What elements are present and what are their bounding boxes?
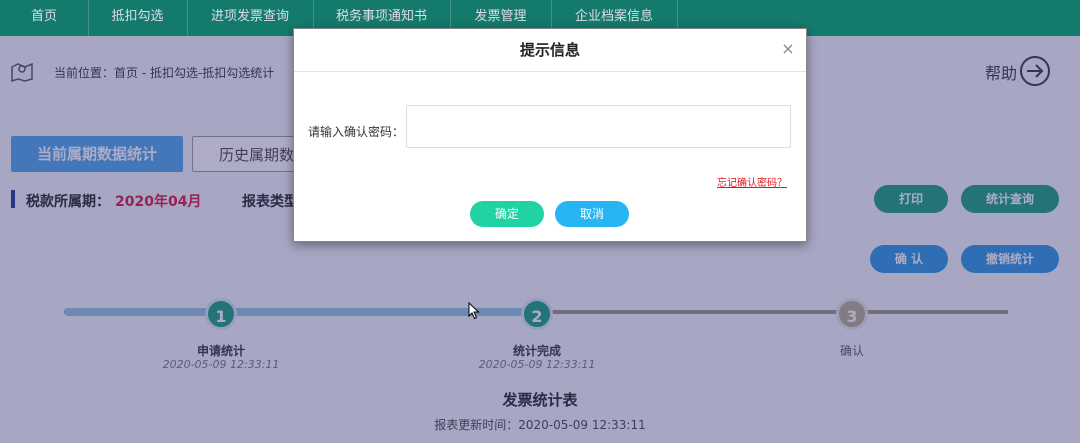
dialog-title: 提示信息 bbox=[294, 29, 806, 72]
password-input[interactable] bbox=[406, 105, 791, 148]
cancel-button[interactable]: 取消 bbox=[555, 201, 629, 227]
close-icon[interactable]: × bbox=[780, 40, 796, 58]
forgot-password-link[interactable]: 忘记确认密码？ bbox=[717, 174, 787, 189]
password-label: 请输入确认密码： bbox=[308, 125, 405, 139]
ok-button[interactable]: 确定 bbox=[470, 201, 544, 227]
mouse-cursor-icon bbox=[468, 302, 480, 320]
confirm-password-dialog: 提示信息 × 请输入确认密码： 忘记确认密码？ 确定 取消 bbox=[293, 28, 807, 242]
